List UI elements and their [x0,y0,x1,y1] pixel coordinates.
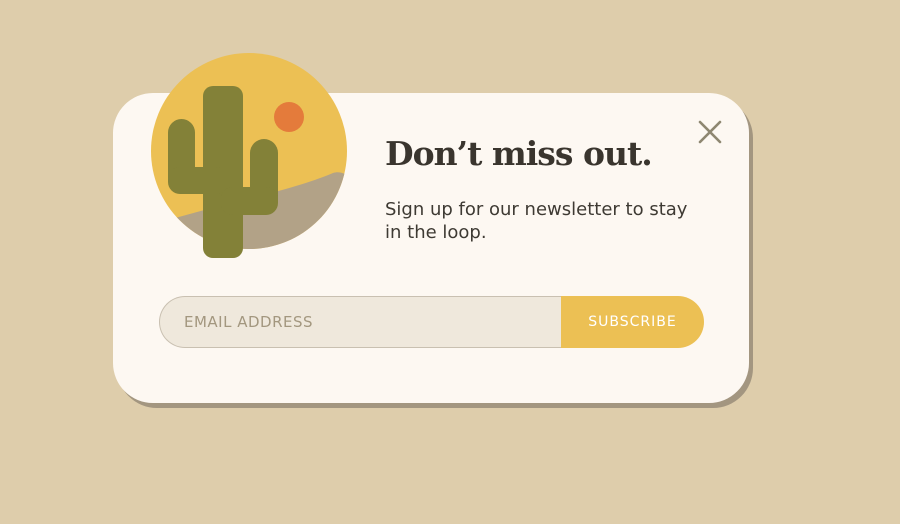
desert-cactus-illustration [151,53,347,258]
popup-subtext: Sign up for our newsletter to stay in th… [385,199,688,243]
close-icon [698,120,722,144]
newsletter-form: SUBSCRIBE [159,296,704,348]
close-button[interactable] [696,118,724,146]
popup-headline: Don’t miss out. [385,134,653,173]
subscribe-button[interactable]: SUBSCRIBE [561,296,704,348]
sun-icon [274,102,304,132]
email-field[interactable] [159,296,561,348]
